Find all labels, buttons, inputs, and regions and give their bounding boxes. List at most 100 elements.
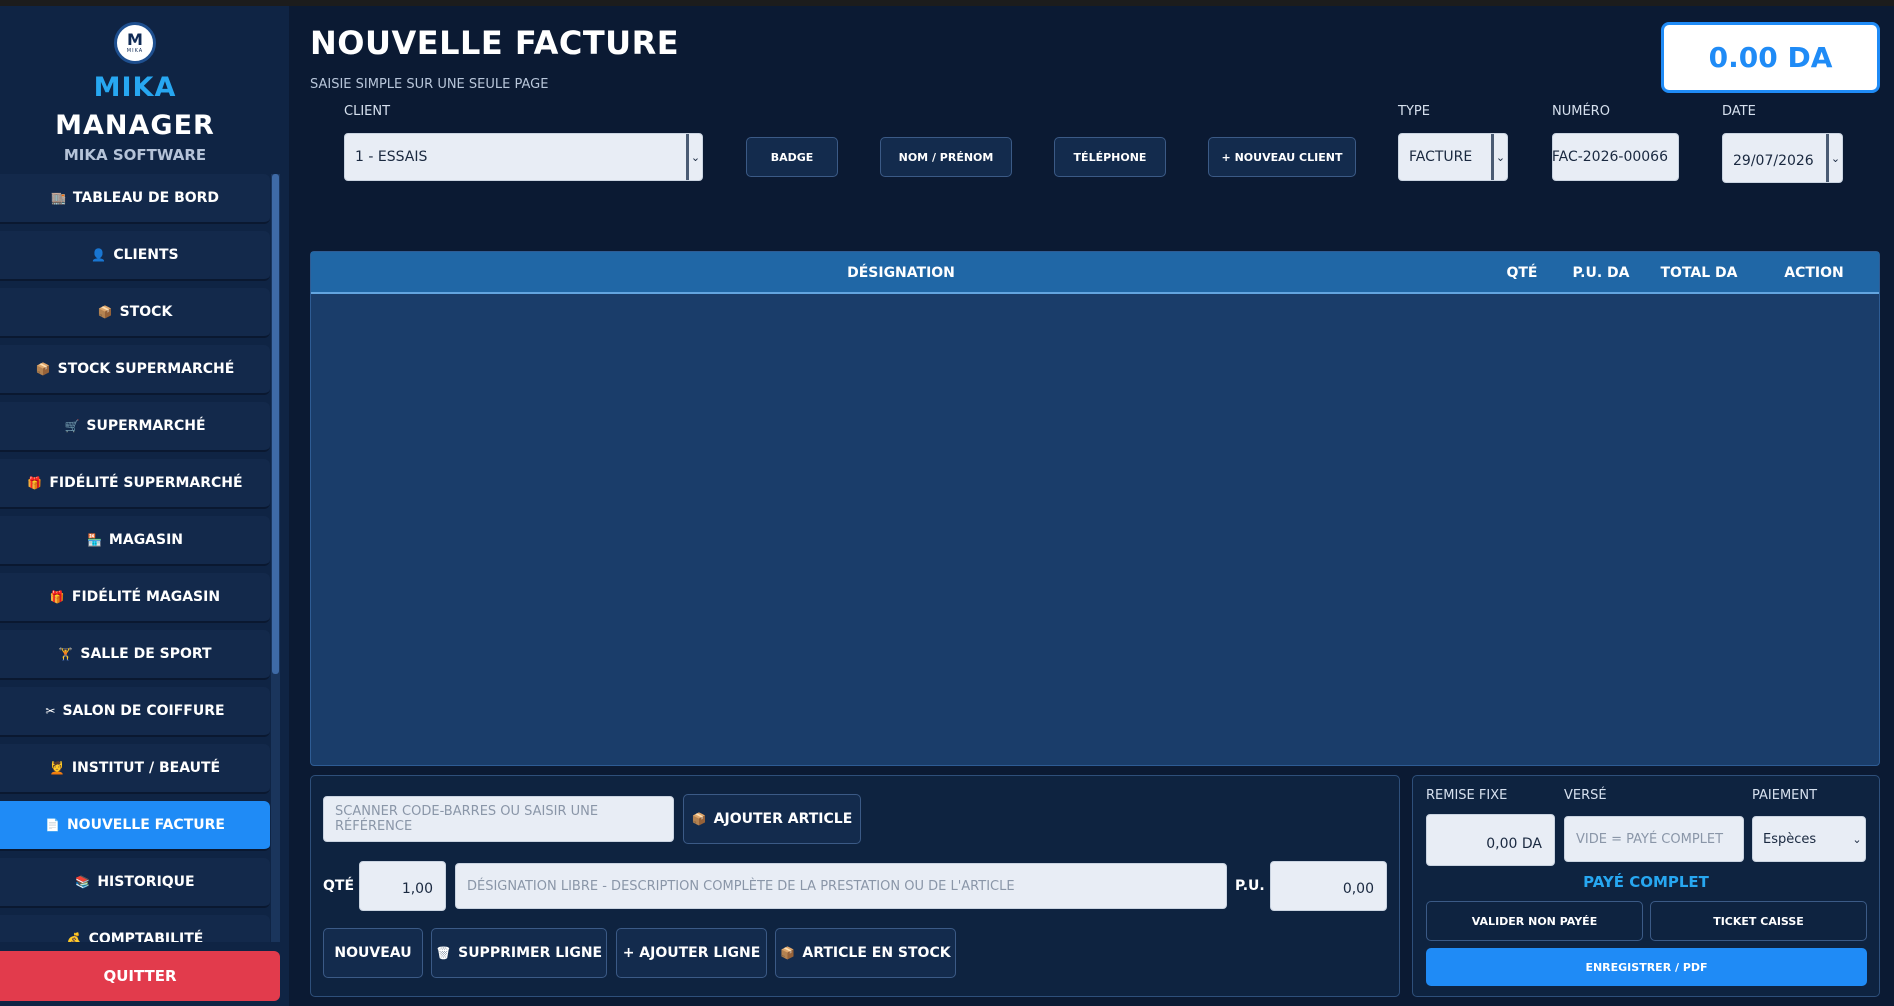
barcode-input[interactable]: SCANNER CODE-BARRES OU SAISIR UNE RÉFÉRE…: [323, 796, 674, 842]
type-label: TYPE: [1398, 104, 1430, 119]
sidebar-item-fidelite-magasin[interactable]: 🎁 FIDÉLITÉ MAGASIN: [0, 573, 270, 623]
stock-article-label: ARTICLE EN STOCK: [802, 945, 951, 961]
column-header-total: TOTAL DA: [1660, 265, 1738, 281]
validate-unpaid-button[interactable]: VALIDER NON PAYÉE: [1426, 901, 1643, 941]
sidebar-item-label: NOUVELLE FACTURE: [66, 817, 225, 833]
discount-label: REMISE FIXE: [1426, 788, 1508, 803]
box-icon: 📦: [35, 362, 51, 376]
add-line-label: + AJOUTER LIGNE: [622, 945, 761, 961]
cart-icon: 🛒: [64, 419, 80, 433]
invoice-number-field[interactable]: FAC-2026-00066: [1552, 133, 1679, 181]
type-select[interactable]: FACTURE ⌄: [1398, 133, 1508, 181]
cash-ticket-button[interactable]: TICKET CAISSE: [1650, 901, 1867, 941]
column-header-unit-price: P.U. DA: [1572, 265, 1630, 281]
add-article-label: AJOUTER ARTICLE: [713, 811, 853, 827]
sidebar-item-historique[interactable]: 📚 HISTORIQUE: [0, 858, 270, 908]
designation-input[interactable]: DÉSIGNATION LIBRE - DESCRIPTION COMPLÈTE…: [455, 863, 1227, 909]
phone-search-button[interactable]: TÉLÉPHONE: [1054, 137, 1166, 177]
sidebar-item-tableau-de-bord[interactable]: 🏬 TABLEAU DE BORD: [0, 174, 270, 224]
brand: M MIKA MIKA MANAGER MIKA SOFTWARE: [0, 6, 270, 174]
table-header: DÉSIGNATION QTÉ P.U. DA TOTAL DA ACTION: [311, 252, 1879, 294]
box-icon: 📦: [780, 946, 796, 960]
sidebar-item-nouvelle-facture[interactable]: 📄 NOUVELLE FACTURE: [0, 801, 270, 851]
spa-icon: 💆: [49, 761, 65, 775]
sidebar-item-label: STOCK SUPERMARCHÉ: [57, 361, 235, 377]
unit-price-input[interactable]: 0,00: [1270, 861, 1387, 911]
sidebar-item-institut-beaute[interactable]: 💆 INSTITUT / BEAUTÉ: [0, 744, 270, 794]
chevron-down-icon: ⌄: [1852, 832, 1862, 846]
new-button[interactable]: NOUVEAU: [323, 928, 423, 978]
logo: M MIKA: [114, 22, 156, 64]
sidebar-item-label: COMPTABILITÉ: [88, 931, 204, 942]
sidebar-item-stock[interactable]: 📦 STOCK: [0, 288, 270, 338]
delete-line-button[interactable]: 🗑 SUPPRIMER LIGNE: [431, 928, 607, 978]
paid-amount-input[interactable]: VIDE = PAYÉ COMPLET: [1564, 816, 1744, 862]
box-icon: 📦: [97, 305, 113, 319]
trash-icon: 🗑: [435, 946, 452, 960]
paid-amount-label: VERSÉ: [1564, 788, 1607, 803]
books-icon: 📚: [75, 875, 91, 889]
badge-button[interactable]: BADGE: [746, 137, 838, 177]
sidebar-item-label: SALLE DE SPORT: [80, 646, 212, 662]
logo-text: MIKA: [126, 48, 144, 54]
gift-icon: 🎁: [49, 590, 65, 604]
sidebar-item-label: TABLEAU DE BORD: [72, 190, 220, 206]
gift-icon: 🎁: [27, 476, 43, 490]
sidebar-item-salle-de-sport[interactable]: 🏋 SALLE DE SPORT: [0, 630, 270, 680]
date-value: 29/07/2026: [1733, 153, 1814, 169]
sidebar-item-label: INSTITUT / BEAUTÉ: [71, 760, 221, 776]
save-pdf-button[interactable]: ENREGISTRER / PDF: [1426, 948, 1867, 986]
column-header-action: ACTION: [1784, 265, 1844, 281]
sidebar-item-supermarche[interactable]: 🛒 SUPERMARCHÉ: [0, 402, 270, 452]
stock-article-button[interactable]: 📦 ARTICLE EN STOCK: [775, 928, 956, 978]
page-title: NOUVELLE FACTURE: [310, 24, 680, 62]
add-line-button[interactable]: + AJOUTER LIGNE: [616, 928, 767, 978]
sidebar-nav: 🏬 TABLEAU DE BORD 👤 CLIENTS 📦 STOCK 📦 ST…: [0, 174, 270, 942]
money-icon: 💰: [66, 932, 82, 942]
qty-input[interactable]: 1,00: [359, 861, 446, 911]
sidebar-item-comptabilite[interactable]: 💰 COMPTABILITÉ: [0, 915, 270, 942]
page-subtitle: SAISIE SIMPLE SUR UNE SEULE PAGE: [310, 77, 549, 92]
discount-input[interactable]: 0,00 DA: [1426, 814, 1555, 866]
box-icon: 📦: [691, 812, 707, 826]
user-icon: 👤: [91, 248, 107, 262]
date-label: DATE: [1722, 104, 1756, 119]
column-header-designation: DÉSIGNATION: [847, 265, 955, 281]
brand-tagline: MIKA SOFTWARE: [63, 146, 207, 164]
store-icon: 🏬: [50, 191, 66, 205]
chevron-down-icon: ⌄: [1491, 134, 1507, 180]
payment-method-select[interactable]: Espèces ⌄: [1752, 816, 1866, 862]
chevron-down-icon: ⌄: [686, 134, 702, 180]
sidebar-item-label: STOCK: [119, 304, 173, 320]
payment-method-value: Espèces: [1763, 831, 1817, 847]
sidebar: M MIKA MIKA MANAGER MIKA SOFTWARE 🏬 TABL…: [0, 6, 289, 1006]
invoice-total: 0.00 DA: [1661, 22, 1880, 93]
payment-method-label: PAIEMENT: [1752, 788, 1818, 803]
column-header-qty: QTÉ: [1506, 265, 1538, 281]
invoice-number-value: FAC-2026-00066: [1552, 149, 1668, 165]
sidebar-item-magasin[interactable]: 🏪 MAGASIN: [0, 516, 270, 566]
sidebar-item-label: SUPERMARCHÉ: [86, 418, 206, 434]
sidebar-item-label: CLIENTS: [113, 247, 179, 263]
date-field[interactable]: 29/07/2026 ⌄: [1722, 133, 1843, 183]
type-select-value: FACTURE: [1409, 149, 1473, 165]
sidebar-item-label: SALON DE COIFFURE: [62, 703, 225, 719]
payment-status: PAYÉ COMPLET: [1583, 873, 1709, 891]
quit-button[interactable]: QUITTER: [0, 951, 280, 1001]
sidebar-item-label: FIDÉLITÉ SUPERMARCHÉ: [49, 475, 243, 491]
sidebar-item-clients[interactable]: 👤 CLIENTS: [0, 231, 270, 281]
delete-line-label: SUPPRIMER LIGNE: [458, 945, 603, 961]
weightlifter-icon: 🏋: [58, 647, 74, 661]
sidebar-item-fidelite-supermarche[interactable]: 🎁 FIDÉLITÉ SUPERMARCHÉ: [0, 459, 270, 509]
new-client-button[interactable]: + NOUVEAU CLIENT: [1208, 137, 1356, 177]
client-select[interactable]: 1 - ESSAIS ⌄: [344, 133, 703, 181]
sidebar-item-label: FIDÉLITÉ MAGASIN: [71, 589, 221, 605]
sidebar-item-salon-de-coiffure[interactable]: ✂ SALON DE COIFFURE: [0, 687, 270, 737]
name-search-button[interactable]: NOM / PRÉNOM: [880, 137, 1012, 177]
add-article-button[interactable]: 📦 AJOUTER ARTICLE: [683, 794, 861, 844]
sidebar-item-stock-supermarche[interactable]: 📦 STOCK SUPERMARCHÉ: [0, 345, 270, 395]
sidebar-item-label: HISTORIQUE: [97, 874, 195, 890]
new-button-label: NOUVEAU: [334, 945, 412, 961]
sidebar-scrollbar-thumb[interactable]: [272, 174, 279, 674]
scissors-icon: ✂: [45, 704, 56, 718]
